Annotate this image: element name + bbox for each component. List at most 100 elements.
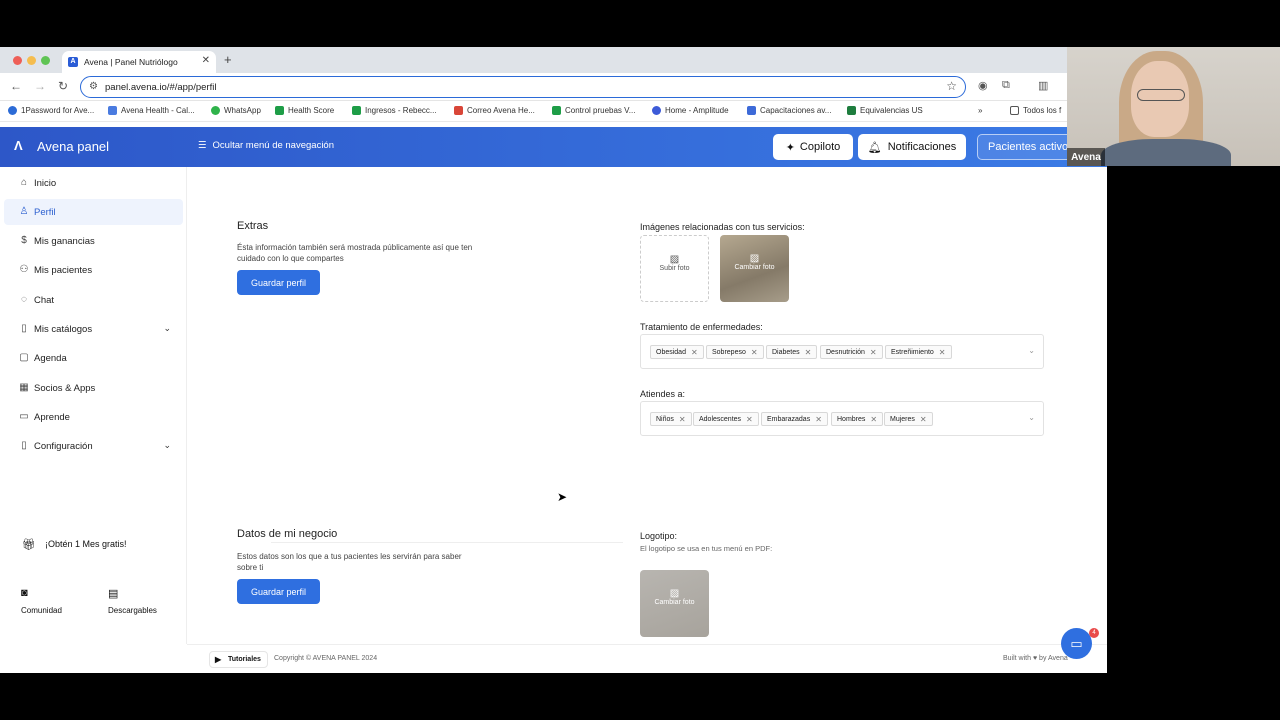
browser-tab[interactable]: A Avena | Panel Nutriólogo ✕ [62,51,216,73]
chip-mujeres[interactable]: Mujeres ✕ [884,412,933,426]
footer: ▶ Tutoriales Copyright © AVENA PANEL 2024… [187,644,1107,673]
tab-bar: A Avena | Panel Nutriólogo ✕ + [0,47,1107,73]
downloads-tile[interactable]: ▤ Descargables [101,581,171,621]
sidebar-item-configuracion[interactable]: ▯ Configuración ⌄ [4,433,183,459]
built-with-text: Built with ♥ by Avena [1003,655,1068,662]
hide-navigation-button[interactable]: ☰ Ocultar menú de navegación [198,140,334,151]
image-icon: ▨ [669,588,680,599]
chevron-down-icon[interactable]: ⌄ [1028,346,1035,355]
bookmarks-overflow-icon[interactable]: » [978,106,982,115]
chip-hombres[interactable]: Hombres ✕ [831,412,884,426]
service-photo[interactable]: ▨ Cambiar foto [720,235,789,302]
logo-label: Logotipo: [640,531,678,541]
all-bookmarks-folder[interactable]: Todos los f [1010,106,1061,115]
book-icon: ▯ [21,323,27,334]
business-title: Datos de mi negocio [237,528,338,540]
remove-chip-icon[interactable]: ✕ [815,415,822,424]
community-tile[interactable]: ◙ Comunidad [14,581,76,621]
bookmark-7[interactable]: Control pruebas V... [552,106,635,115]
free-month-promo[interactable]: 🎁︎ ¡Obtén 1 Mes gratis! [14,530,169,558]
remove-chip-icon[interactable]: ✕ [870,348,877,357]
chat-icon: ▭ [1070,635,1083,651]
puzzle-icon[interactable]: ⧉ [1002,79,1010,92]
logo-photo[interactable]: ▨ Cambiar foto [640,570,709,637]
sparkle-icon: ✦ [785,141,795,154]
remove-chip-icon[interactable]: ✕ [746,415,753,424]
side-panel-icon[interactable]: ▥ [1038,79,1048,92]
address-bar[interactable]: ⚙ panel.avena.io/#/app/perfil ☆ [80,76,966,98]
bookmark-9[interactable]: Capacitaciones av... [747,106,831,115]
sidebar-item-catalogos[interactable]: ▯ Mis catálogos ⌄ [4,316,183,342]
chevron-down-icon: ⌄ [163,440,171,450]
bookmark-1[interactable]: 1Password for Ave... [8,106,94,115]
chevron-down-icon[interactable]: ⌄ [1028,413,1035,422]
remove-chip-icon[interactable]: ✕ [691,348,698,357]
extras-description: Ésta información también será mostrada p… [237,243,473,263]
book-open-icon: ▭ [19,411,29,422]
remove-chip-icon[interactable]: ✕ [805,348,812,357]
bookmark-10[interactable]: Equivalencias US [847,106,923,115]
section-divider [271,542,623,543]
attends-multiselect[interactable]: Niños ✕ Adolescentes ✕ Embarazadas ✕ Hombre… [640,401,1044,436]
bookmark-star-icon[interactable]: ☆ [946,79,957,93]
bookmark-6[interactable]: Correo Avena He... [454,106,535,115]
chip-sobrepeso[interactable]: Sobrepeso ✕ [706,345,764,359]
chip-embarazadas[interactable]: Embarazadas ✕ [761,412,828,426]
sidebar-item-chat[interactable]: ◌ Chat [4,287,183,313]
chip-adolescentes[interactable]: Adolescentes ✕ [693,412,759,426]
bookmark-3[interactable]: WhatsApp [211,106,261,115]
back-icon[interactable]: ← [10,79,22,93]
attends-label: Atiendes a: [640,389,686,399]
webcam-label: Avena [1067,148,1105,166]
home-icon: ⌂ [20,177,28,188]
bookmark-4[interactable]: Health Score [275,106,334,115]
chevron-down-icon: ⌄ [163,323,171,333]
new-tab-icon[interactable]: + [224,52,232,67]
remove-chip-icon[interactable]: ✕ [939,348,946,357]
save-business-button[interactable]: Guardar perfil [237,579,320,604]
chip-desnutricion[interactable]: Desnutrición ✕ [820,345,883,359]
upload-photo-button[interactable]: ▨ Subir foto [640,235,709,302]
chip-obesidad[interactable]: Obesidad ✕ [650,345,704,359]
screen: A Avena | Panel Nutriólogo ✕ + ← → ↻ ⚙ p… [0,0,1280,720]
maximize-window-dot[interactable] [41,56,50,65]
extension-icon[interactable]: ◉ [978,79,988,92]
forward-icon[interactable]: → [34,79,46,93]
bookmark-2[interactable]: Avena Health - Cal... [108,106,195,115]
remove-chip-icon[interactable]: ✕ [679,415,686,424]
mouse-cursor-icon: ➤ [557,490,568,504]
copyright-text: Copyright © AVENA PANEL 2024 [274,655,378,662]
remove-chip-icon[interactable]: ✕ [920,415,927,424]
remove-chip-icon[interactable]: ✕ [870,415,877,424]
tutorials-button[interactable]: ▶ Tutoriales [209,651,268,668]
bookmark-5[interactable]: Ingresos - Rebecc... [352,106,437,115]
close-tab-icon[interactable]: ✕ [202,55,210,66]
sidebar-item-perfil[interactable]: ♙ Perfil [4,199,183,225]
chip-ninos[interactable]: Niños ✕ [650,412,692,426]
copilot-button[interactable]: ✦ Copiloto [773,134,853,160]
treatment-multiselect[interactable]: Obesidad ✕ Sobrepeso ✕ Diabetes ✕ Desnutric… [640,334,1044,369]
sidebar-item-agenda[interactable]: ▢ Agenda [4,345,183,371]
save-profile-button[interactable]: Guardar perfil [237,270,320,295]
chip-estrenimiento[interactable]: Estreñimiento ✕ [885,345,952,359]
site-settings-icon[interactable]: ⚙ [89,81,98,92]
chip-diabetes[interactable]: Diabetes ✕ [766,345,818,359]
avena-logo-icon: Λ [14,138,23,153]
close-window-dot[interactable] [13,56,22,65]
remove-chip-icon[interactable]: ✕ [751,348,758,357]
settings-icon: ▯ [21,440,27,451]
sidebar-item-pacientes[interactable]: ⚇ Mis pacientes [4,257,183,283]
bell-icon: 🔔︎ [867,141,882,154]
sidebar-item-inicio[interactable]: ⌂ Inicio [4,170,183,196]
sidebar-item-ganancias[interactable]: $ Mis ganancias [4,228,183,254]
reload-icon[interactable]: ↻ [58,79,68,93]
sidebar-item-aprende[interactable]: ▭ Aprende [4,404,183,430]
chat-icon: ◌ [21,294,27,305]
notifications-button[interactable]: 🔔︎ Notificaciones [858,134,966,160]
main-content: Extras Ésta información también será mos… [187,167,1107,644]
minimize-window-dot[interactable] [27,56,36,65]
support-chat-button[interactable]: ▭ [1061,628,1092,659]
user-icon: ♙ [19,206,29,217]
bookmark-8[interactable]: Home - Amplitude [652,106,729,115]
sidebar-item-socios[interactable]: ▦ Socios & Apps [4,375,183,401]
